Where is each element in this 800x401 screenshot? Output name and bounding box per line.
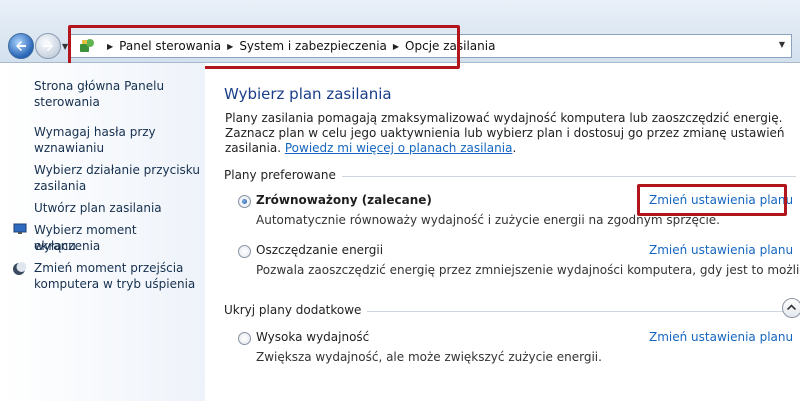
sidebar-item-require-password[interactable]: Wymagaj hasła przy (34, 124, 156, 140)
preferred-plans-label: Plany preferowane (224, 168, 342, 182)
sidebar-item-sleep-cont[interactable]: komputera w tryb uśpienia (34, 276, 195, 292)
plan-name[interactable]: Zrównoważony (zalecane) (256, 193, 432, 207)
address-dropdown-icon[interactable]: ▼ (779, 40, 785, 49)
plan-radio-balanced[interactable] (238, 195, 251, 208)
intro-end: . (512, 141, 517, 155)
change-plan-settings-link[interactable]: Zmień ustawienia planu (649, 330, 793, 344)
intro-text: Plany zasilania pomagają zmaksymalizować… (225, 111, 785, 156)
back-button[interactable] (8, 33, 34, 59)
monitor-icon (13, 223, 27, 234)
sidebar-item-power-button[interactable]: Wybierz działanie przycisku (34, 162, 200, 178)
sidebar-item-power-button-cont[interactable]: zasilania (34, 178, 86, 194)
sidebar-item-require-password-cont[interactable]: wznawianiu (34, 140, 104, 156)
preferred-plans-section: Plany preferowane (224, 168, 796, 182)
plan-radio-high-performance[interactable] (238, 332, 251, 345)
sidebar-item-home[interactable]: Strona główna Panelu (34, 78, 164, 94)
page-title: Wybierz plan zasilania (224, 85, 392, 103)
learn-more-link[interactable]: Powiedz mi więcej o planach zasilania (285, 141, 513, 155)
plan-name[interactable]: Wysoka wydajność (256, 330, 369, 344)
chevron-up-icon (787, 304, 796, 310)
plan-name[interactable]: Oszczędzanie energii (256, 243, 383, 257)
sidebar: Strona główna Panelu sterowania Wymagaj … (0, 63, 205, 401)
sidebar-item-display-off-cont[interactable]: ekranu (34, 238, 76, 254)
forward-button[interactable] (35, 33, 61, 59)
arrow-left-icon (16, 41, 26, 51)
sidebar-item-create-plan[interactable]: Utwórz plan zasilania (34, 200, 162, 216)
arrow-right-icon (43, 41, 53, 51)
collapse-button[interactable] (782, 298, 800, 318)
plan-description: Zwiększa wydajność, ale może zwiększyć z… (256, 350, 602, 364)
moon-icon (13, 262, 26, 275)
change-plan-settings-link[interactable]: Zmień ustawienia planu (649, 243, 793, 257)
sidebar-item-home-cont[interactable]: sterowania (34, 94, 100, 110)
hidden-plans-section: Ukryj plany dodatkowe (224, 298, 800, 318)
highlight-change-settings (637, 184, 787, 216)
hide-additional-plans-label[interactable]: Ukryj plany dodatkowe (224, 303, 368, 317)
main-content: Wybierz plan zasilania Plany zasilania p… (206, 63, 800, 401)
plan-description: Pozwala zaoszczędzić energię przez zmnie… (256, 263, 800, 277)
sidebar-item-sleep[interactable]: Zmień moment przejścia (34, 260, 183, 276)
plan-radio-power-saver[interactable] (238, 245, 251, 258)
